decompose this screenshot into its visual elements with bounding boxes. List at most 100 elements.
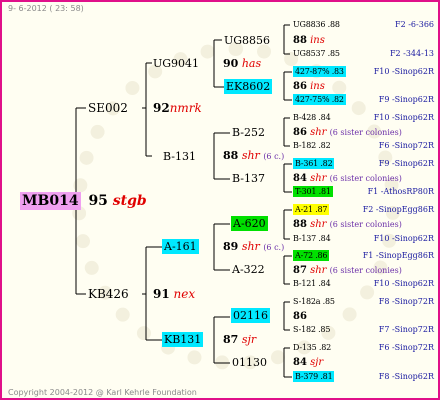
gen2-score: 87 sjr <box>223 334 256 345</box>
gen4-num: 84 <box>293 357 307 368</box>
gen3-node[interactable]: A-322 <box>232 264 265 275</box>
gen4-code[interactable]: B-182 .82 <box>293 141 331 150</box>
gen4-code[interactable]: D-135 .82 <box>293 344 331 352</box>
gen4-origin: F9 -Sinop62R <box>378 95 434 104</box>
gen4-code-text: B-379 .81 <box>293 371 335 382</box>
gen4-score: 88 shr (6 sister colonies) <box>293 220 402 230</box>
gen4-score: 86 <box>293 312 307 322</box>
gen4-origin: F2 -SinopEgg86R <box>362 205 434 214</box>
gen4-note: (6 sister colonies) <box>329 128 402 137</box>
gen2-note: (6 c.) <box>263 152 285 161</box>
gen4-num: 86 <box>293 81 307 92</box>
gen3-name: UG8856 <box>224 34 271 47</box>
gen4-code[interactable]: A-21 .87 <box>293 204 330 215</box>
gen4-origin: F6 -Sinop72R <box>378 343 434 352</box>
gen4-origin: F8 -Sinop72R <box>378 297 434 306</box>
gen4-score: 87 shr (6 sister colonies) <box>293 266 402 276</box>
gen4-code[interactable]: UG8836 .88 <box>293 21 340 29</box>
gen1-node[interactable]: SE002 <box>88 102 128 114</box>
gen3-node[interactable]: UG8856 <box>224 35 270 46</box>
root-num: 95 <box>88 193 108 209</box>
gen1-num: 91 <box>153 287 170 301</box>
gen2-suffix: shr <box>241 149 260 162</box>
gen4-code-text: S-182 .85 <box>293 325 331 334</box>
gen4-origin: F1 -SinopEgg86R <box>362 251 434 260</box>
gen4-note: (6 sister colonies) <box>329 174 402 183</box>
gen4-num: 86 <box>293 311 307 322</box>
gen4-code[interactable]: S-182 .85 <box>293 326 330 334</box>
root-suffix: stgb <box>112 193 147 209</box>
gen2-name: UG9041 <box>153 57 200 70</box>
gen1-num: 92 <box>153 101 170 115</box>
gen4-num: 84 <box>293 173 307 184</box>
gen2-suffix: sjr <box>241 333 257 346</box>
gen3-name: EK8602 <box>224 79 273 94</box>
gen4-code-text: UG8836 .88 <box>293 20 340 29</box>
gen3-name: 01130 <box>232 356 267 369</box>
gen1-score: 91 nex <box>153 288 195 300</box>
gen4-code-text: B-361 .82 <box>293 158 335 169</box>
gen1-suffix: nmrk <box>169 101 202 115</box>
gen4-code-text: D-135 .82 <box>293 343 332 352</box>
gen4-suffix: sjr <box>310 357 324 368</box>
gen4-num: 88 <box>293 219 307 230</box>
gen3-node[interactable]: 02116 <box>231 308 270 323</box>
gen4-origin: F10 -Sinop62R <box>373 113 434 122</box>
gen4-code-text: B-182 .82 <box>293 141 331 150</box>
gen4-code[interactable]: S-182a .85 <box>293 298 335 306</box>
gen4-suffix: shr <box>310 173 327 184</box>
gen4-origin: F6 -Sinop72R <box>378 141 434 150</box>
gen4-score: 84 shr (6 sister colonies) <box>293 174 402 184</box>
gen4-code-text: S-182a .85 <box>293 297 335 306</box>
gen3-name: B-137 <box>232 172 265 185</box>
gen4-suffix: ins <box>310 81 325 92</box>
gen4-code-text: B-428 .84 <box>293 113 331 122</box>
gen4-code[interactable]: B-121 .84 <box>293 280 331 288</box>
gen2-score: 88 shr (6 c.) <box>223 150 284 161</box>
gen3-node[interactable]: A-620 <box>231 216 268 231</box>
gen4-code-text: 427-87% .83 <box>293 66 346 77</box>
gen1-score: 92nmrk <box>153 102 202 114</box>
gen3-node[interactable]: 01130 <box>232 357 267 368</box>
gen4-code[interactable]: UG8537 .85 <box>293 50 340 58</box>
gen4-score: 86 ins <box>293 82 325 92</box>
gen2-node[interactable]: B-131 <box>163 151 196 162</box>
gen2-score: 89 shr (6 c.) <box>223 241 284 252</box>
gen4-suffix: ins <box>310 35 325 46</box>
gen2-node[interactable]: A-161 <box>162 239 199 254</box>
gen3-node[interactable]: B-137 <box>232 173 265 184</box>
gen4-code-text: T-301 .81 <box>293 186 333 197</box>
gen2-node[interactable]: UG9041 <box>153 58 199 69</box>
gen2-name: KB131 <box>162 332 204 347</box>
gen3-name: A-322 <box>232 263 265 276</box>
gen2-node[interactable]: KB131 <box>162 332 204 347</box>
root-name: MB014 <box>20 192 81 210</box>
gen1-name: SE002 <box>88 101 128 115</box>
gen2-name: B-131 <box>163 150 196 163</box>
gen4-code[interactable]: 427-75% .82 <box>293 94 346 105</box>
gen4-suffix: shr <box>310 127 327 138</box>
gen4-origin: F10 -Sinop62R <box>373 279 434 288</box>
gen4-origin: F10 -Sinop62R <box>373 234 434 243</box>
gen4-num: 86 <box>293 127 307 138</box>
gen4-code[interactable]: B-428 .84 <box>293 113 331 122</box>
gen2-suffix: has <box>241 57 262 70</box>
gen4-num: 88 <box>293 35 307 46</box>
gen3-node[interactable]: EK8602 <box>224 79 273 94</box>
gen4-code[interactable]: A-72 .86 <box>293 250 330 261</box>
gen3-name: 02116 <box>231 308 270 323</box>
gen4-code[interactable]: B-137 .84 <box>293 235 331 243</box>
pedigree-frame: 9- 6-2012 ( 23: 58) MB014 95 stgb SE002 … <box>0 0 440 400</box>
gen4-code[interactable]: B-361 .82 <box>293 158 335 169</box>
gen4-score: 86 shr (6 sister colonies) <box>293 128 402 138</box>
gen4-code[interactable]: T-301 .81 <box>293 186 333 197</box>
gen1-node[interactable]: KB426 <box>88 288 129 300</box>
gen4-code[interactable]: B-379 .81 <box>293 371 335 382</box>
root-node[interactable]: MB014 95 stgb <box>20 192 147 210</box>
gen4-origin: F8 -Sinop62R <box>378 372 434 381</box>
gen3-name: B-252 <box>232 126 265 139</box>
gen4-score: 84 sjr <box>293 358 323 368</box>
gen3-node[interactable]: B-252 <box>232 127 265 138</box>
gen4-code[interactable]: 427-87% .83 <box>293 66 346 77</box>
gen2-score: 90 has <box>223 58 261 69</box>
